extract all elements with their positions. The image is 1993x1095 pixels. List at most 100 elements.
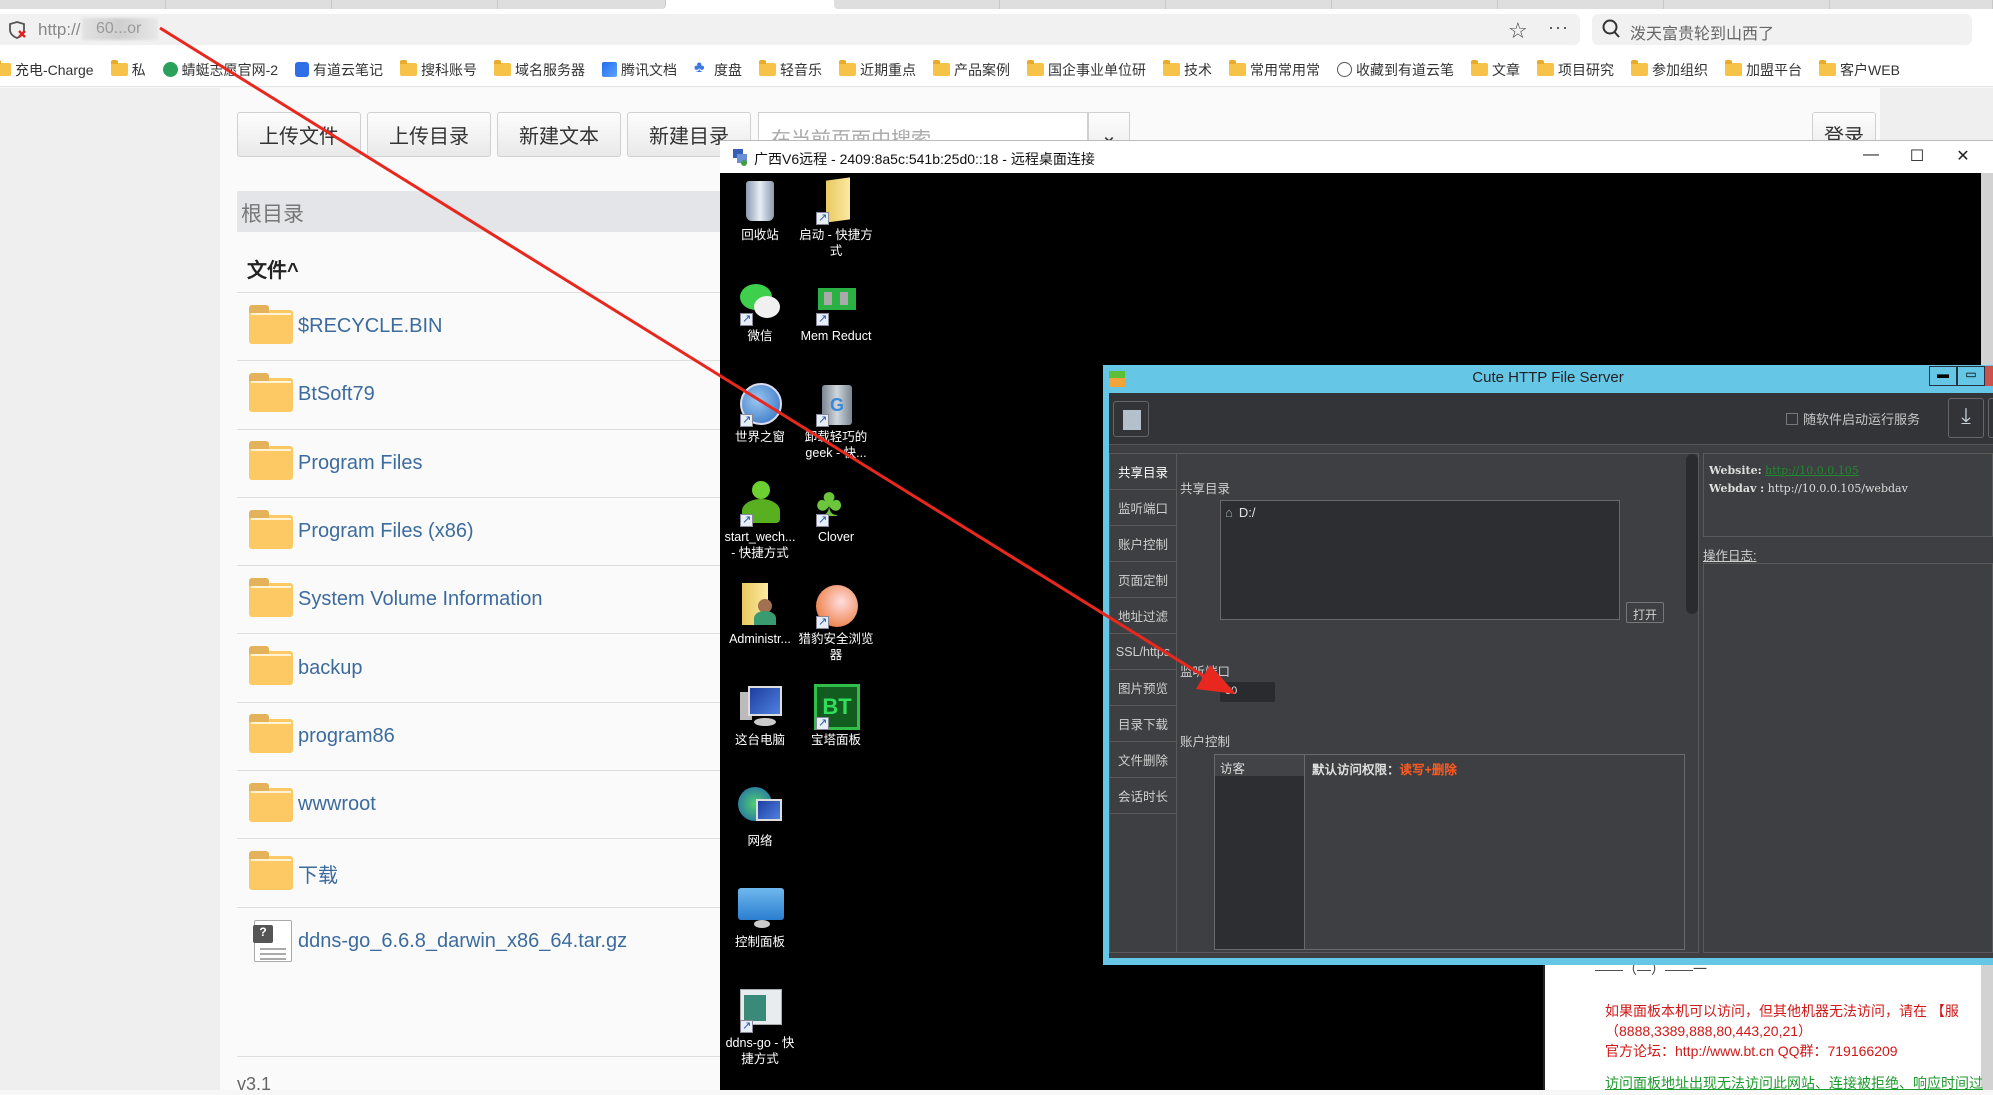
desktop-icon[interactable]: 启动 - 快捷方式 — [798, 177, 874, 259]
bookmark-item[interactable]: 私 — [110, 60, 146, 80]
file-name-link[interactable]: backup — [298, 657, 363, 680]
file-name-link[interactable]: program86 — [298, 725, 395, 748]
desktop-icon[interactable]: 世界之窗 — [722, 381, 798, 445]
file-name-link[interactable]: ddns-go_6.6.8_darwin_x86_64.tar.gz — [298, 930, 627, 953]
file-row[interactable]: backup — [237, 633, 797, 701]
checkbox-icon[interactable] — [1786, 412, 1798, 425]
breadcrumb[interactable]: 根目录 — [237, 191, 797, 232]
desktop-icon[interactable]: BT 宝塔面板 — [798, 684, 874, 748]
bookmark-item[interactable]: 参加组织 — [1631, 60, 1708, 80]
file-name-link[interactable]: Program Files (x86) — [298, 520, 474, 543]
more-icon[interactable]: ··· — [1548, 17, 1569, 38]
desktop-icon[interactable]: ♣ Clover — [798, 481, 874, 545]
bookmark-item[interactable]: 技术 — [1163, 60, 1212, 80]
desktop-icon[interactable]: 微信 — [722, 280, 798, 344]
autostart-checkbox[interactable]: 随软件启动运行服务 — [1786, 409, 1920, 428]
upload-dir-button[interactable]: 上传目录 — [367, 112, 491, 157]
settings-nav-item[interactable]: 文件删除 — [1110, 742, 1176, 778]
bookmark-item[interactable]: 度盘 — [694, 59, 742, 80]
bookmark-item[interactable]: 充电-Charge — [0, 60, 94, 80]
bt-help-link[interactable]: 访问面板地址出现无法访问此网站、连接被拒绝、响应时间过 — [1605, 1073, 1983, 1093]
desktop-icon[interactable]: ddns-go - 快捷方式 — [722, 987, 798, 1067]
bookmark-item[interactable]: 常用常用常 — [1229, 60, 1320, 80]
minimize-button[interactable]: — — [1848, 146, 1894, 164]
insecure-shield-icon[interactable] — [8, 20, 28, 40]
rdp-title-bar[interactable]: 广西V6远程 - 2409:8a5c:541b:25d0::18 - 远程桌面连… — [720, 140, 1993, 173]
file-row[interactable]: ? ddns-go_6.6.8_darwin_x86_64.tar.gz — [237, 906, 797, 975]
file-row[interactable]: BtSoft79 — [237, 360, 797, 428]
account-item-guest[interactable]: 访客 — [1215, 755, 1304, 776]
close-button[interactable]: ✕ — [1940, 146, 1986, 166]
sort-by-file-header[interactable]: 文件^ — [247, 254, 299, 283]
browser-tab[interactable] — [0, 0, 166, 9]
settings-nav-item[interactable]: 页面定制 — [1110, 562, 1176, 598]
desktop-icon[interactable]: 网络 — [722, 785, 798, 849]
file-row[interactable]: wwwroot — [237, 770, 797, 838]
desktop-icon[interactable]: start_wech... - 快捷方式 — [722, 481, 798, 561]
bookmark-star-icon[interactable]: ☆ — [1508, 18, 1528, 44]
settings-nav-item[interactable]: SSL/https — [1110, 634, 1176, 670]
desktop-icon[interactable]: 猎豹安全浏览器 — [798, 583, 874, 663]
bookmark-item[interactable]: 搜科账号 — [400, 60, 477, 80]
port-input[interactable]: 80 — [1220, 682, 1275, 702]
file-name-link[interactable]: wwwroot — [298, 793, 376, 816]
desktop-icon[interactable]: 控制面板 — [722, 886, 798, 950]
file-name-link[interactable]: 下载 — [298, 859, 338, 888]
settings-nav-item[interactable]: 图片预览 — [1110, 670, 1176, 706]
permission-value[interactable]: 读写+删除 — [1400, 763, 1457, 777]
file-name-link[interactable]: BtSoft79 — [298, 383, 375, 406]
hfs-title-bar[interactable]: Cute HTTP File Server ▬ ▭ — [1103, 365, 1993, 391]
bookmark-item[interactable]: 腾讯文档 — [602, 60, 677, 80]
scrollbar[interactable] — [1686, 454, 1698, 614]
desktop-icon[interactable]: Mem Reduct — [798, 280, 874, 344]
download-icon[interactable]: ⤓ — [1948, 398, 1984, 438]
maximize-button[interactable]: ☐ — [1894, 146, 1940, 166]
address-bar[interactable]: http:// 60...or ☆ ··· — [0, 14, 1580, 45]
settings-nav-item[interactable]: 会话时长 — [1110, 778, 1176, 814]
desktop-icon[interactable]: 回收站 — [722, 179, 798, 243]
browser-tab[interactable] — [1000, 0, 1166, 9]
bookmark-item[interactable]: 有道云笔记 — [295, 60, 383, 80]
browser-tab[interactable] — [332, 0, 498, 9]
file-row[interactable]: Program Files (x86) — [237, 496, 797, 565]
bookmark-item[interactable]: 近期重点 — [839, 60, 916, 80]
new-text-button[interactable]: 新建文本 — [497, 112, 621, 157]
browser-tab[interactable] — [834, 0, 1000, 9]
bookmark-item[interactable]: 加盟平台 — [1725, 60, 1802, 80]
file-row[interactable]: $RECYCLE.BIN — [237, 292, 797, 360]
bookmark-item[interactable]: 收藏到有道云笔 — [1337, 60, 1454, 80]
browser-tab[interactable] — [1166, 0, 1332, 9]
file-row[interactable]: 下载 — [237, 838, 797, 906]
desktop-icon[interactable]: G卸载轻巧的 geek - 快... — [798, 381, 874, 461]
file-row[interactable]: System Volume Information — [237, 565, 797, 633]
bookmark-item[interactable]: 客户WEB — [1819, 60, 1900, 80]
browser-tab[interactable] — [166, 0, 332, 9]
stop-server-button[interactable] — [1113, 401, 1149, 437]
file-row[interactable]: program86 — [237, 701, 797, 770]
shared-dir-list[interactable]: ⌂ D:/ — [1220, 500, 1620, 620]
browser-tab[interactable] — [1332, 0, 1498, 9]
bookmark-item[interactable]: 文章 — [1471, 60, 1520, 80]
file-name-link[interactable]: $RECYCLE.BIN — [298, 315, 443, 338]
browser-tab[interactable] — [1498, 0, 1664, 9]
desktop-icon[interactable]: Administr... — [722, 583, 798, 647]
minimize-button[interactable]: ▬ — [1929, 366, 1957, 386]
bookmark-item[interactable]: 项目研究 — [1537, 60, 1614, 80]
close-button[interactable] — [1985, 366, 1993, 386]
bookmark-item[interactable]: 产品案例 — [933, 60, 1010, 80]
bookmark-item[interactable]: 域名服务器 — [494, 60, 585, 80]
desktop-icon[interactable]: 这台电脑 — [722, 684, 798, 748]
upload-file-button[interactable]: 上传文件 — [237, 112, 361, 157]
browser-tab[interactable] — [1830, 0, 1993, 9]
bookmark-item[interactable]: 轻音乐 — [759, 60, 822, 80]
website-link[interactable]: http://10.0.0.105 — [1765, 464, 1859, 477]
browser-tab[interactable] — [498, 0, 666, 9]
settings-nav-item[interactable]: 地址过滤 — [1110, 598, 1176, 634]
file-row[interactable]: Program Files — [237, 428, 797, 497]
bookmark-item[interactable]: 蜻蜓志愿官网-2 — [162, 60, 278, 80]
maximize-button[interactable]: ▭ — [1957, 366, 1985, 386]
settings-nav-item[interactable]: 监听端口 — [1110, 490, 1176, 526]
open-button[interactable]: 打开 — [1626, 602, 1664, 623]
browser-tab[interactable] — [1664, 0, 1830, 9]
bookmark-item[interactable]: 国企事业单位研 — [1027, 60, 1146, 80]
